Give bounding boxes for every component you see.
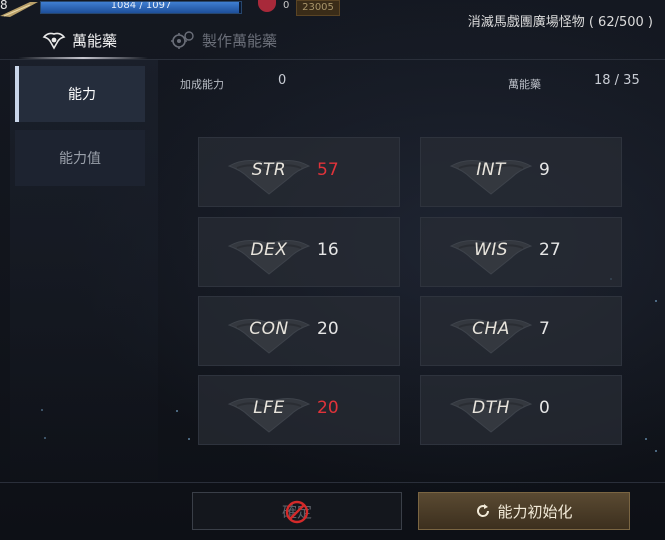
stat-card-dex: DEX 16 xyxy=(198,217,400,287)
elixir-count-value: 18 / 35 xyxy=(594,73,640,88)
tab-elixir[interactable]: 萬能藥 xyxy=(42,24,117,56)
stat-value: 9 xyxy=(539,160,550,180)
currency-icon xyxy=(258,0,276,12)
stat-name: STR xyxy=(251,160,287,180)
stat-card-wis: WIS 27 xyxy=(420,217,622,287)
bonus-ability-value: 0 xyxy=(278,73,287,88)
stat-card-cha: CHA 7 xyxy=(420,296,622,366)
stat-value: 0 xyxy=(539,398,550,418)
tab-bar: 萬能藥 製作萬能藥 xyxy=(0,24,665,60)
stat-name: DEX xyxy=(250,240,288,260)
stat-card-str: STR 57 xyxy=(198,137,400,207)
hp-text: 1084 / 1097 xyxy=(110,1,172,11)
stat-value: 27 xyxy=(539,240,561,260)
stat-value: 20 xyxy=(317,319,339,339)
confirm-button[interactable]: 確定 xyxy=(192,492,402,530)
tab-craft-elixir-label: 製作萬能藥 xyxy=(202,31,278,50)
stat-name: CHA xyxy=(472,319,510,339)
stat-card-lfe: LFE 20 xyxy=(198,375,400,445)
hp-bar: 1084 / 1097 xyxy=(40,1,242,14)
stat-name: DTH xyxy=(472,398,510,418)
stat-card-con: CON 20 xyxy=(198,296,400,366)
currency-count: 0 xyxy=(283,0,290,11)
stat-value: 7 xyxy=(539,319,550,339)
sidebar-item-ability-value[interactable]: 能力值 xyxy=(15,130,145,186)
particle xyxy=(176,410,178,412)
reset-ability-button-label: 能力初始化 xyxy=(497,502,573,521)
currency-box-value: 23005 xyxy=(302,2,334,13)
particle xyxy=(645,438,647,440)
stat-value: 20 xyxy=(317,398,339,418)
particle xyxy=(655,450,657,452)
stat-name: LFE xyxy=(253,398,285,418)
sidebar-item-ability[interactable]: 能力 xyxy=(15,66,145,122)
refresh-icon xyxy=(477,504,490,517)
bonus-ability-label: 加成能力 xyxy=(180,78,224,91)
elixir-count-label: 萬能藥 xyxy=(508,78,541,91)
currency-box: 23005 xyxy=(296,0,340,16)
particle xyxy=(188,438,190,440)
stat-name: CON xyxy=(249,319,289,339)
sidebar: 能力 能力值 xyxy=(10,60,158,480)
stat-name: WIS xyxy=(473,240,509,260)
craft-gear-icon xyxy=(171,31,194,49)
sidebar-item-label: 能力 xyxy=(68,87,96,103)
stat-name: INT xyxy=(476,160,506,180)
elixir-icon xyxy=(42,32,66,50)
bottom-divider xyxy=(0,482,665,483)
stat-card-dth: DTH 0 xyxy=(420,375,622,445)
sidebar-item-label: 能力值 xyxy=(59,151,101,167)
disabled-icon xyxy=(285,500,309,524)
level-number: 8 xyxy=(0,0,8,12)
tab-craft-elixir[interactable]: 製作萬能藥 xyxy=(170,24,277,56)
tab-elixir-label: 萬能藥 xyxy=(72,31,118,50)
reset-ability-button[interactable]: 能力初始化 xyxy=(418,492,630,530)
particle xyxy=(655,300,657,302)
stat-value: 16 xyxy=(317,240,339,260)
stat-card-int: INT 9 xyxy=(420,137,622,207)
stat-value: 57 xyxy=(317,160,339,180)
